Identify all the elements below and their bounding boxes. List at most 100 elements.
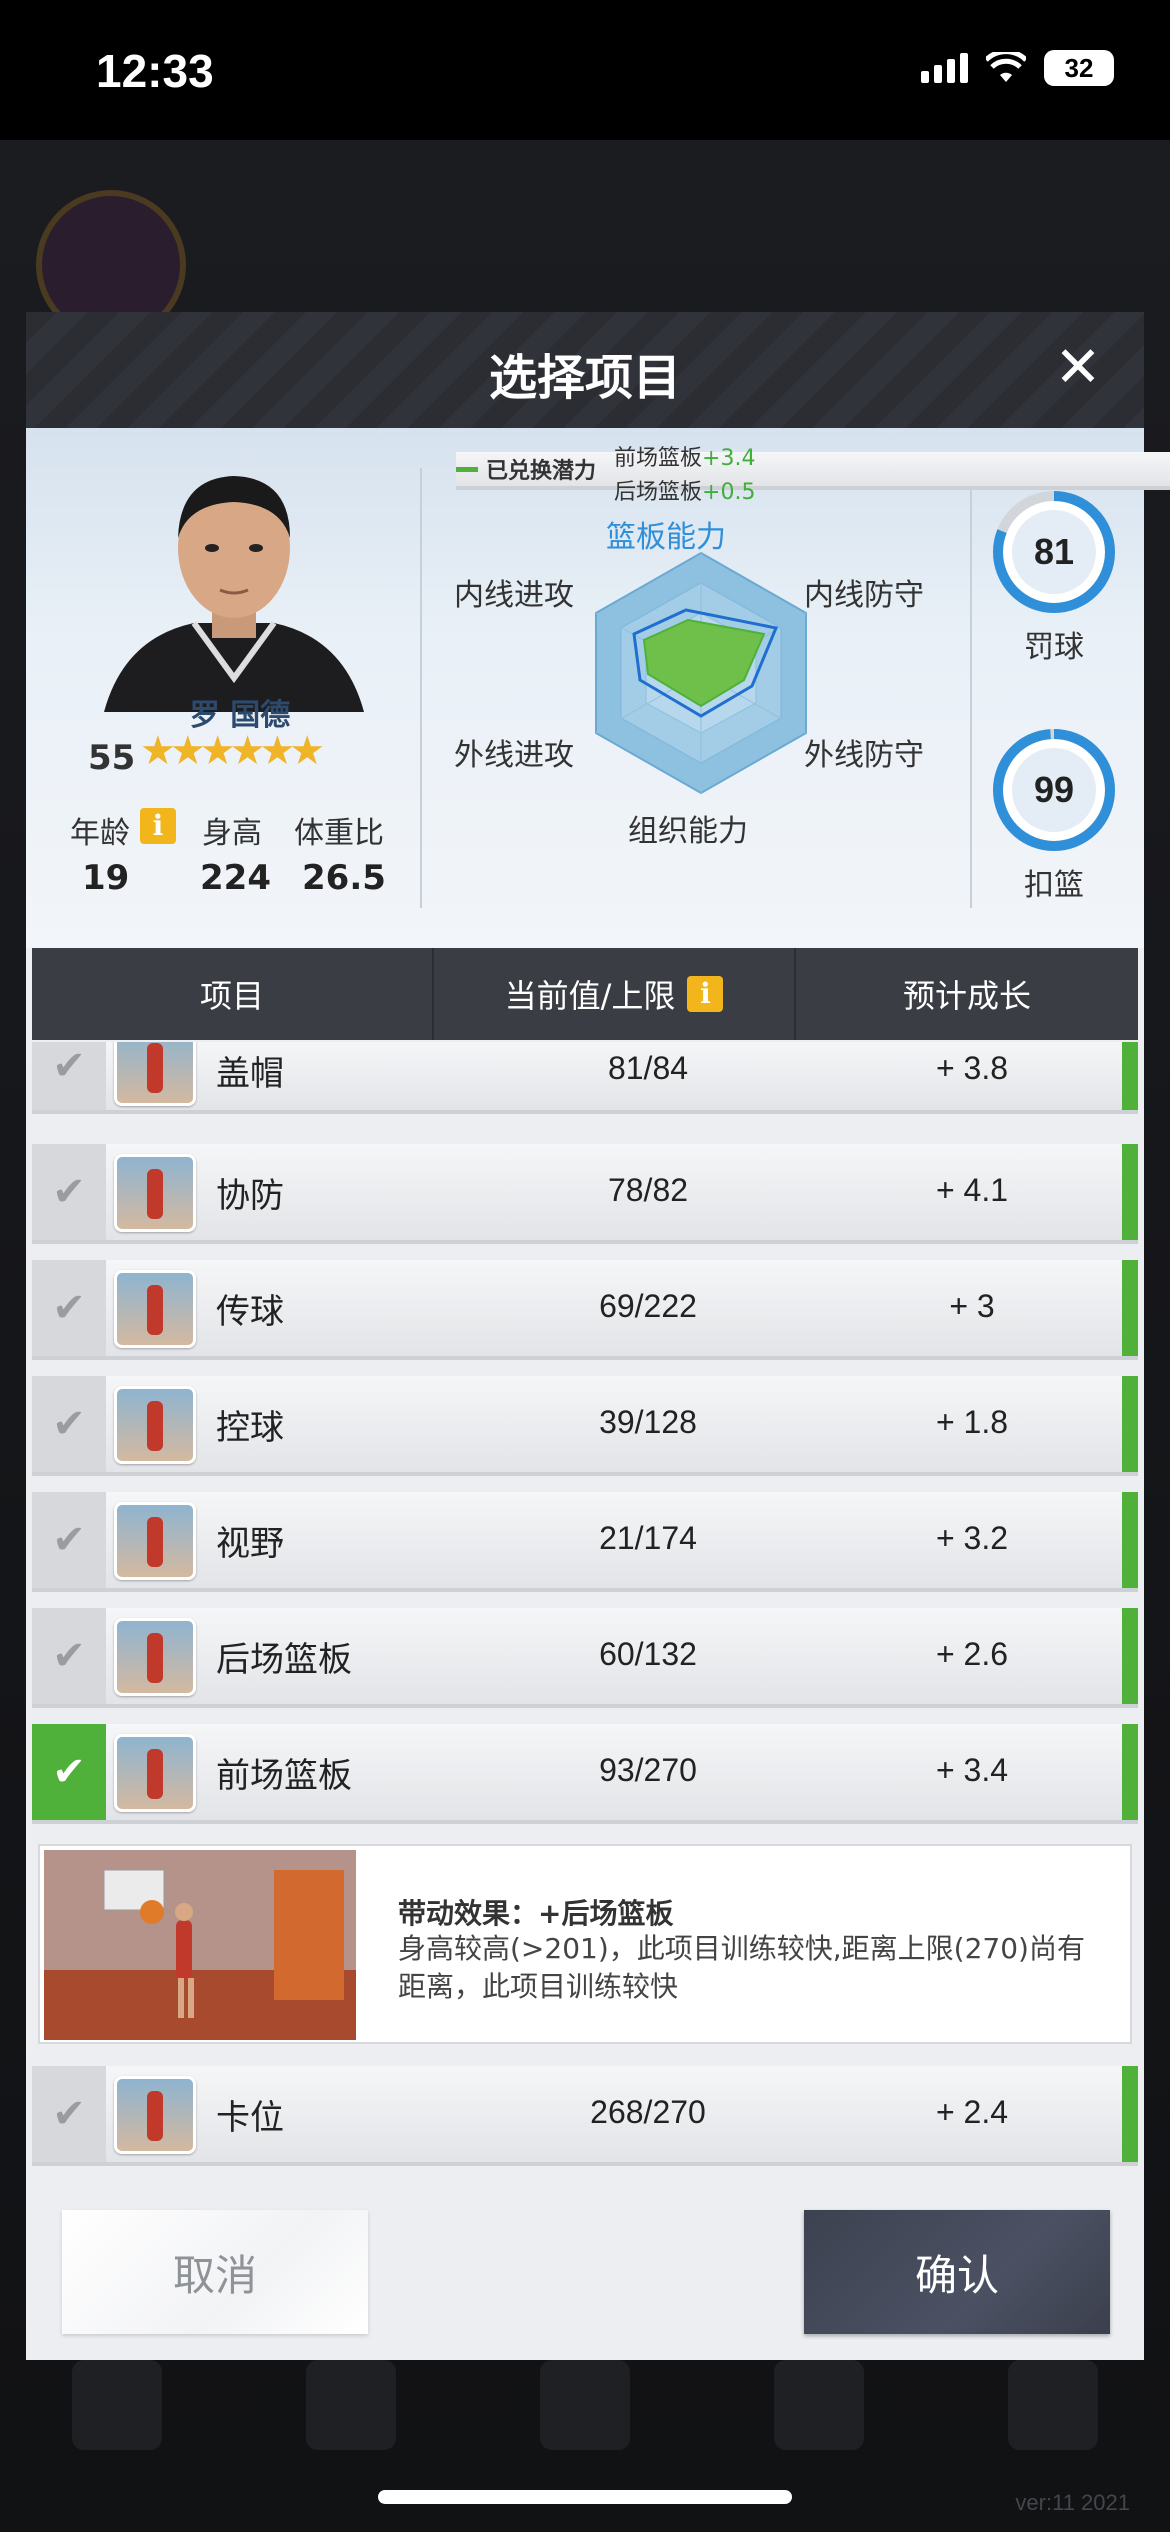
- check-icon[interactable]: ✔: [32, 1144, 106, 1240]
- header-growth: 预计成长: [902, 977, 1031, 1015]
- skill-value: 268/270: [590, 2094, 706, 2130]
- skill-thumbnail: [114, 1618, 196, 1696]
- skill-thumbnail: [114, 1734, 196, 1812]
- check-icon[interactable]: ✔: [32, 1042, 106, 1110]
- ring-label-dunk: 扣篮: [1024, 868, 1084, 903]
- home-indicator[interactable]: [378, 2490, 792, 2504]
- skill-thumbnail: [114, 2076, 196, 2154]
- status-time: 12:33: [96, 45, 214, 97]
- skill-name: 协防: [216, 1176, 284, 1216]
- header-current-max: 当前值/上限 i: [434, 948, 796, 1040]
- header-item: 项目: [32, 948, 434, 1040]
- skill-value: 93/270: [599, 1752, 697, 1788]
- check-icon[interactable]: ✔: [32, 2066, 106, 2162]
- growth-bar: [1122, 1608, 1138, 1704]
- check-icon[interactable]: ✔: [32, 1376, 106, 1472]
- axis-inside-offense: 内线进攻: [454, 578, 574, 613]
- skill-name: 卡位: [216, 2098, 284, 2138]
- skill-thumbnail: [114, 1502, 196, 1580]
- confirm-button[interactable]: 确认: [804, 2210, 1110, 2334]
- stat-label-height: 身高: [202, 816, 262, 851]
- skill-name: 后场篮板: [216, 1640, 352, 1680]
- growth-bar: [1122, 2066, 1138, 2162]
- check-icon[interactable]: ✔: [32, 1260, 106, 1356]
- stat-label-age: 年龄: [70, 816, 130, 851]
- table-row[interactable]: ✔ 后场篮板 60/132 + 2.6: [32, 1608, 1138, 1708]
- table-row[interactable]: ✔ 控球 39/128 + 1.8: [32, 1376, 1138, 1476]
- ring-value-free-throw: 81: [1034, 531, 1074, 572]
- status-icons: 32: [921, 50, 1114, 86]
- skill-growth: + 3.2: [935, 1520, 1009, 1556]
- stat-value-height: 224: [200, 858, 271, 898]
- skill-name: 视野: [216, 1524, 284, 1564]
- battery-icon: 32: [1044, 50, 1114, 86]
- skill-growth: + 3.8: [935, 1050, 1009, 1086]
- cancel-button[interactable]: 取消: [62, 2210, 368, 2334]
- skill-growth: + 4.1: [935, 1172, 1009, 1208]
- axis-outside-offense: 外线进攻: [454, 738, 574, 773]
- table-row[interactable]: ✔ 协防 78/82 + 4.1: [32, 1144, 1138, 1244]
- ring-label-free-throw: 罚球: [1024, 630, 1084, 665]
- skill-growth: + 3.4: [935, 1752, 1009, 1788]
- skill-value: 39/128: [599, 1404, 697, 1440]
- table-row[interactable]: ✔ 盖帽 81/84 + 3.8: [32, 1042, 1138, 1114]
- select-item-modal: 选择项目 ✕ 罗 国德 55 ★★★★★★ 年龄 i 19 身高 224 体重比…: [26, 312, 1170, 2360]
- player-portrait: [104, 476, 364, 712]
- table-row[interactable]: ✔ 传球 69/222 + 3: [32, 1260, 1138, 1360]
- check-icon[interactable]: ✔: [32, 1608, 106, 1704]
- modal-header: 选择项目 ✕: [26, 312, 1144, 428]
- skill-growth: + 2.6: [935, 1636, 1009, 1672]
- stat-value-weight-ratio: 26.5: [302, 858, 386, 898]
- growth-bar: [1122, 1376, 1138, 1472]
- training-effect-card: 带动效果：+后场篮板 身高较高(>201)，此项目训练较快,距离上限(270)尚…: [38, 1844, 1132, 2044]
- background-nav-bar: [0, 2360, 1170, 2480]
- back-reb-delta: +0.5: [702, 480, 756, 505]
- skill-growth: + 3: [949, 1288, 995, 1324]
- table-header: 项目 当前值/上限 i 预计成长: [32, 948, 1138, 1040]
- skill-thumbnail: [114, 1270, 196, 1348]
- table-row[interactable]: ✔ 视野 21/174 + 3.2: [32, 1492, 1138, 1592]
- skill-name: 盖帽: [216, 1054, 284, 1094]
- divider: [420, 468, 422, 908]
- skill-value: 78/82: [607, 1172, 689, 1208]
- divider: [970, 468, 972, 908]
- training-effect-title: 带动效果：+后场篮板: [398, 1897, 674, 1930]
- legend-exchanged: 已兑换潜力: [486, 459, 597, 484]
- skill-value: 69/222: [599, 1288, 697, 1324]
- status-bar: 12:33 32: [0, 0, 1170, 140]
- check-icon[interactable]: ✔: [32, 1724, 106, 1820]
- rebound-deltas: 前场篮板+3.4 后场篮板+0.5: [614, 442, 755, 510]
- skill-thumbnail: [114, 1042, 196, 1106]
- skill-name: 传球: [216, 1292, 284, 1332]
- axis-outside-defense: 外线防守: [804, 738, 924, 773]
- table-row[interactable]: ✔ 卡位 268/270 + 2.4: [32, 2066, 1138, 2166]
- skill-value: 81/84: [607, 1050, 689, 1086]
- skill-growth: + 2.4: [935, 2094, 1009, 2130]
- ring-value-dunk: 99: [1034, 769, 1074, 810]
- growth-bar: [1122, 1144, 1138, 1240]
- growth-bar: [1122, 1724, 1138, 1820]
- wifi-icon: [986, 52, 1026, 82]
- training-effect-text: 身高较高(>201)，此项目训练较快,距离上限(270)尚有距离，此项目训练较快: [398, 1932, 1085, 2003]
- skill-thumbnail: [114, 1154, 196, 1232]
- check-icon[interactable]: ✔: [32, 1492, 106, 1588]
- growth-bar: [1122, 1492, 1138, 1588]
- modal-title: 选择项目: [488, 350, 681, 406]
- player-rating: 55: [88, 738, 136, 778]
- axis-inside-defense: 内线防守: [804, 578, 924, 613]
- age-info-icon[interactable]: i: [140, 808, 176, 844]
- front-reb-label: 前场篮板: [614, 446, 703, 471]
- header-current-max-label: 当前值/上限: [504, 977, 676, 1015]
- star-rating-icon: ★★★★★★: [140, 728, 325, 774]
- close-button[interactable]: ✕: [1050, 340, 1106, 396]
- growth-bar: [1122, 1042, 1138, 1110]
- table-row-selected[interactable]: ✔ 前场篮板 93/270 + 3.4: [32, 1724, 1138, 1824]
- free-throw-ring: 81: [993, 491, 1115, 613]
- current-max-info-icon[interactable]: i: [687, 976, 724, 1012]
- dunk-ring: 99: [993, 729, 1115, 851]
- training-illustration: [44, 1850, 356, 2040]
- player-info-panel: 罗 国德 55 ★★★★★★ 年龄 i 19 身高 224 体重比 26.5 潜…: [26, 428, 1170, 948]
- stat-value-age: 19: [82, 858, 130, 898]
- radar-chart: [595, 551, 807, 795]
- skill-value: 21/174: [599, 1520, 697, 1556]
